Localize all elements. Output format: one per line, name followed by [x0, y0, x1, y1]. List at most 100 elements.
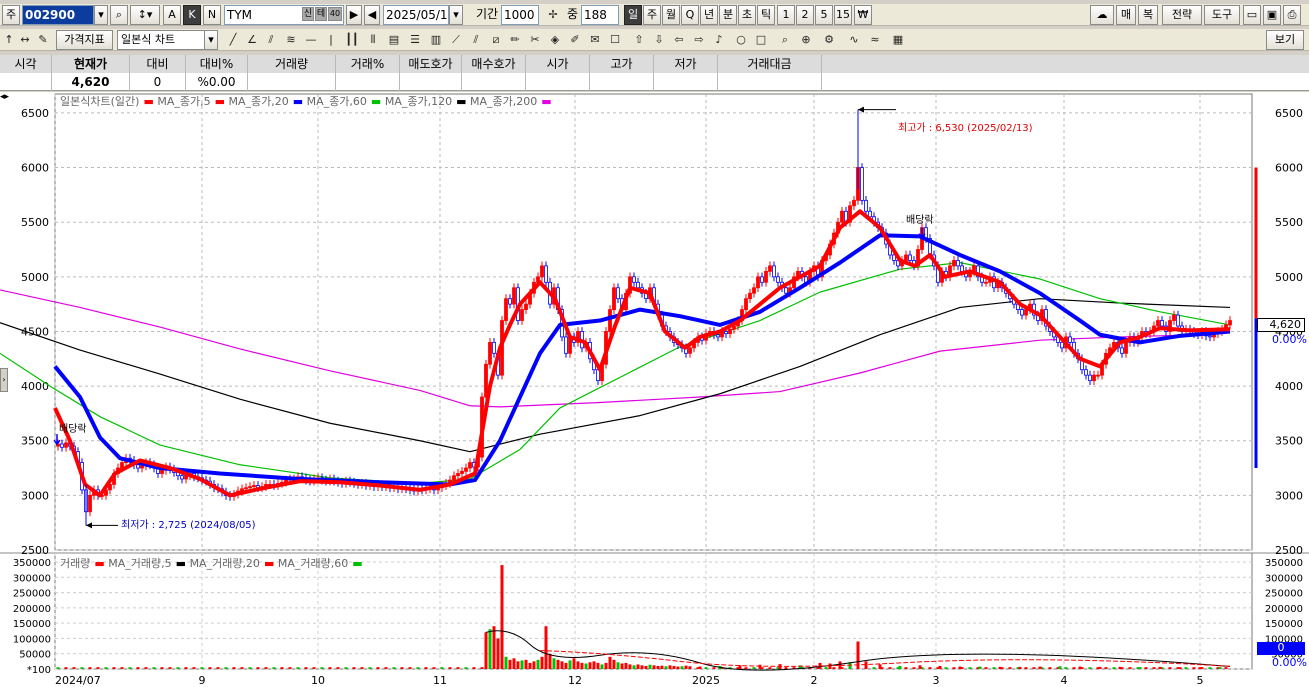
candle-body-203: [868, 210, 872, 218]
cycle-quarter-button[interactable]: Q: [681, 5, 699, 25]
volume-bar-19: [560, 661, 564, 669]
volume-bar-45: [664, 666, 668, 669]
pencil-icon[interactable]: ✏: [506, 30, 524, 50]
bar-lines-icon[interactable]: ▥: [427, 30, 445, 50]
volume-base-bar-14: [168, 667, 172, 669]
volume-base-bar-142: [1192, 667, 1196, 669]
strategy-button[interactable]: 전략: [1162, 5, 1202, 25]
rectangle-icon[interactable]: □: [752, 30, 770, 50]
period-lines-icon[interactable]: ┃┃: [343, 30, 361, 50]
left-marker-icon[interactable]: ⇦: [670, 30, 688, 50]
cycle-tick-button[interactable]: 틱: [757, 5, 775, 25]
cycle-second-button[interactable]: 초: [738, 5, 756, 25]
zoom-icon[interactable]: ⌕: [776, 30, 794, 50]
crosshair-icon[interactable]: ✢: [544, 5, 562, 25]
k-button[interactable]: K: [183, 5, 201, 25]
chart-title: 일본식차트(일간): [60, 95, 140, 108]
print-icon[interactable]: ⎙: [1283, 5, 1301, 25]
parallel-lines-icon[interactable]: ⫽: [262, 30, 280, 50]
volume-bar-42: [652, 665, 656, 669]
cycle-day-button[interactable]: 일: [624, 5, 642, 25]
volume-base-bar-7: [112, 667, 116, 669]
up-marker-icon[interactable]: ⇧: [630, 30, 648, 50]
note-icon[interactable]: ♪: [710, 30, 728, 50]
period-input[interactable]: 1000: [501, 5, 539, 25]
sort-dropdown-icon[interactable]: ↕▾: [130, 5, 160, 25]
fan-lines-icon[interactable]: ≋: [282, 30, 300, 50]
memo-icon[interactable]: ✉: [586, 30, 604, 50]
search-icon[interactable]: ⌕: [110, 5, 128, 25]
down-marker-icon[interactable]: ⇩: [650, 30, 668, 50]
cycle-1-button[interactable]: 1: [777, 5, 795, 25]
volume-bar-40: [644, 665, 648, 669]
settings-icon[interactable]: ⚙: [820, 30, 838, 50]
gann-line-icon[interactable]: ⟋: [447, 30, 465, 50]
wave2-icon[interactable]: ≈: [866, 30, 884, 50]
date-input[interactable]: 2025/05/13: [383, 5, 449, 25]
chart-type-select[interactable]: 일본식 차트: [117, 30, 205, 50]
price-tick-right-1: 3000: [1275, 489, 1303, 502]
volume-base-bar-42: [392, 667, 396, 669]
wave-icon[interactable]: ∿: [845, 30, 863, 50]
x-tick-5: 2025: [692, 674, 720, 687]
volume-bar-44: [660, 665, 664, 669]
bok-button[interactable]: 복: [1138, 5, 1158, 25]
cycle-week-button[interactable]: 주: [643, 5, 661, 25]
candle-body-127: [564, 336, 568, 354]
vertical-line-icon[interactable]: |: [322, 30, 340, 50]
chart-scroll-icon[interactable]: ◂▸: [0, 92, 9, 102]
angle-icon[interactable]: ∠: [243, 30, 261, 50]
cycle-month-button[interactable]: 월: [662, 5, 680, 25]
cycle-year-button[interactable]: 년: [700, 5, 718, 25]
volume-base-bar-39: [368, 667, 372, 669]
date-dropdown-icon[interactable]: ▾: [449, 5, 463, 25]
cycle-5-button[interactable]: 5: [815, 5, 833, 25]
volume-bar-47: [672, 665, 676, 669]
volume-base-bar-22: [232, 667, 236, 669]
fibonacci-icon[interactable]: ☰: [406, 30, 424, 50]
folder-icon[interactable]: ▭: [1243, 5, 1261, 25]
grid-lines-icon[interactable]: ▤: [385, 30, 403, 50]
zoom-area-icon[interactable]: ⊕: [797, 30, 815, 50]
cycle-lines-icon[interactable]: ⦀: [364, 30, 382, 50]
right-marker-icon[interactable]: ⇨: [690, 30, 708, 50]
edit-object-icon[interactable]: ✐: [566, 30, 584, 50]
price-chart[interactable]: 2500250030003000350035004000400045004500…: [0, 92, 1309, 687]
trendline-icon[interactable]: ╱: [224, 30, 242, 50]
left-panel-toggle-icon[interactable]: ›: [0, 368, 8, 392]
horizontal-arrows-icon[interactable]: ↔: [16, 30, 34, 50]
horizontal-line-icon[interactable]: —: [302, 30, 320, 50]
chart-image-icon[interactable]: ▦: [889, 30, 907, 50]
next-arrow-icon[interactable]: ▶: [346, 5, 362, 25]
n-button[interactable]: N: [203, 5, 221, 25]
code-dropdown-icon[interactable]: ▾: [94, 5, 108, 25]
view-button[interactable]: 보기: [1266, 30, 1304, 50]
count-input[interactable]: 188: [581, 5, 619, 25]
cycle-15-button[interactable]: 15: [834, 5, 852, 25]
color-picker-icon[interactable]: ✂: [526, 30, 544, 50]
won-button[interactable]: ₩: [854, 5, 872, 25]
volume-base-bar-121: [1024, 667, 1028, 669]
stock-code-input[interactable]: 002900: [22, 5, 94, 25]
double-line-icon[interactable]: ⫽: [467, 30, 485, 50]
chart-area[interactable]: 2500250030003000350035004000400045004500…: [0, 92, 1309, 687]
cloud-icon[interactable]: ☁: [1090, 5, 1114, 25]
cycle-minute-button[interactable]: 분: [719, 5, 737, 25]
text-icon[interactable]: ☐: [606, 30, 624, 50]
save-icon[interactable]: ▣: [1263, 5, 1281, 25]
volume-base-bar-50: [456, 667, 460, 669]
tools-button[interactable]: 도구: [1204, 5, 1240, 25]
a-button[interactable]: A: [163, 5, 181, 25]
price-indicator-button[interactable]: 가격지표: [56, 30, 113, 50]
maemae-button[interactable]: 매: [1116, 5, 1136, 25]
prev-arrow-icon[interactable]: ◀: [364, 5, 380, 25]
channel-icon[interactable]: ⧄: [487, 30, 505, 50]
name-tag-3: 40: [328, 7, 342, 21]
cycle-2-button[interactable]: 2: [796, 5, 814, 25]
edit-icon[interactable]: ✎: [34, 30, 52, 50]
volume-bar-3: [496, 638, 500, 669]
fill-icon[interactable]: ◈: [546, 30, 564, 50]
chart-type-dropdown-icon[interactable]: ▾: [204, 30, 218, 50]
type-label[interactable]: 주: [2, 5, 20, 25]
circle-icon[interactable]: ○: [732, 30, 750, 50]
